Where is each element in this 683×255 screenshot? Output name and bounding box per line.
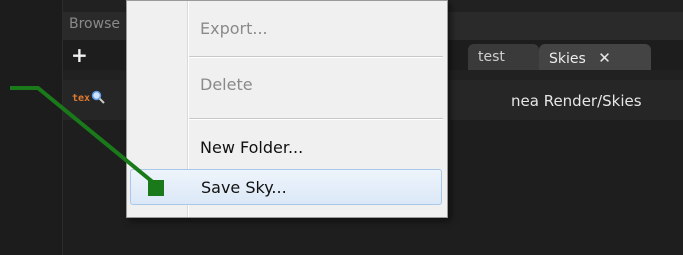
browser-panel-title: Browse	[69, 16, 120, 32]
menu-separator-highlight	[189, 119, 443, 120]
menu-item-export[interactable]: Export...	[127, 11, 445, 47]
search-icon[interactable]	[91, 90, 105, 108]
tab-skies[interactable]: Skies ✕	[539, 44, 651, 70]
path-label: nea Render/Skies	[511, 92, 642, 110]
close-icon[interactable]: ✕	[598, 49, 611, 67]
tab-test[interactable]: test	[468, 44, 539, 70]
tab-skies-label: Skies	[549, 51, 586, 67]
menu-separator-highlight	[189, 57, 443, 58]
tab-test-label: test	[478, 49, 505, 65]
left-sidebar-strip	[0, 0, 62, 255]
context-menu: Export... Delete New Folder... Save Sky.…	[126, 0, 448, 218]
add-tab-button[interactable]: +	[71, 45, 89, 65]
menu-item-new-folder[interactable]: New Folder...	[127, 130, 445, 166]
texture-icon[interactable]: tex	[72, 94, 90, 104]
menu-item-save-sky[interactable]: Save Sky...	[130, 169, 442, 205]
menu-item-delete[interactable]: Delete	[127, 67, 445, 103]
